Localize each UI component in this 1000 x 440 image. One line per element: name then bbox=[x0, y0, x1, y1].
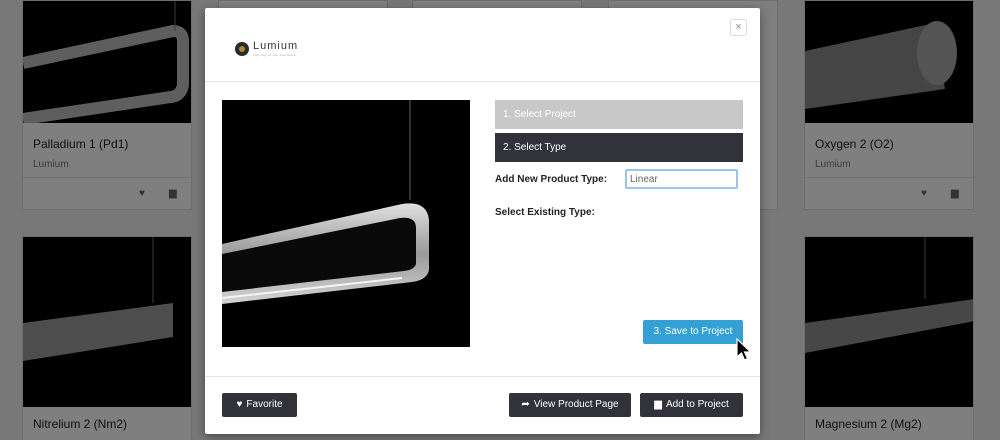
favorite-button[interactable]: ♥ Favorite bbox=[222, 393, 297, 417]
lamp-render-image bbox=[222, 100, 470, 347]
add-to-project-button[interactable]: ▆ Add to Project bbox=[640, 393, 743, 417]
step-select-type[interactable]: 2. Select Type bbox=[495, 133, 743, 162]
logo-mark-icon bbox=[235, 42, 249, 56]
add-type-label: Add New Product Type: bbox=[495, 174, 608, 185]
mouse-pointer-icon bbox=[736, 338, 752, 361]
logo-text: Lumium bbox=[253, 40, 299, 52]
favorite-label: Favorite bbox=[246, 399, 283, 410]
add-to-project-label: Add to Project bbox=[665, 399, 729, 410]
folder-icon: ▆ bbox=[654, 399, 662, 410]
logo-tagline: lighting of the elements bbox=[253, 53, 296, 57]
heart-icon: ♥ bbox=[236, 399, 243, 410]
modal-footer: ♥ Favorite ➦ View Product Page ▆ Add to Pro… bbox=[205, 376, 760, 434]
product-type-input[interactable] bbox=[625, 169, 738, 189]
add-to-project-modal: Lumium lighting of the elements × 1. Sel… bbox=[205, 8, 760, 434]
share-arrow-icon: ➦ bbox=[521, 399, 530, 410]
existing-type-label: Select Existing Type: bbox=[495, 207, 595, 218]
view-product-label: View Product Page bbox=[533, 399, 619, 410]
save-to-project-button[interactable]: 3. Save to Project bbox=[643, 320, 743, 344]
modal-header: Lumium lighting of the elements × bbox=[205, 8, 760, 82]
view-product-page-button[interactable]: ➦ View Product Page bbox=[509, 393, 631, 417]
step-select-project[interactable]: 1. Select Project bbox=[495, 100, 743, 129]
product-image bbox=[222, 100, 470, 347]
close-button[interactable]: × bbox=[730, 19, 747, 36]
